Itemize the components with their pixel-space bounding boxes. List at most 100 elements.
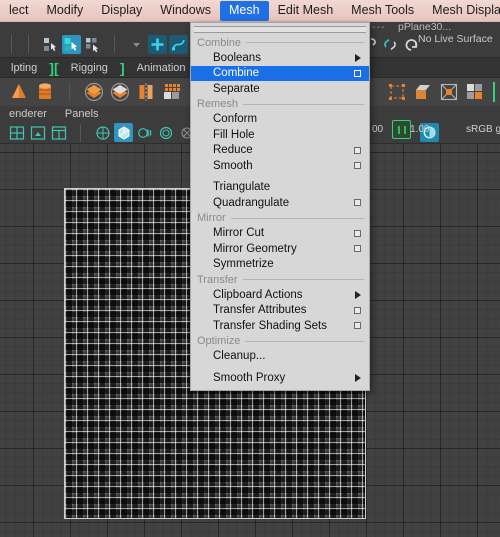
menu-option-box-icon[interactable] xyxy=(354,229,361,237)
gamma-value: 1.00 xyxy=(410,124,430,135)
boolean-union-icon[interactable] xyxy=(82,80,106,104)
menu-item-label: Smooth Proxy xyxy=(213,371,286,384)
menu-option-box-icon[interactable] xyxy=(354,162,361,169)
four-view-layout-icon[interactable] xyxy=(7,123,26,142)
select-hierarchy-icon[interactable] xyxy=(41,35,60,54)
menu-item-label: Symmetrize xyxy=(213,258,274,271)
menu-item-modify[interactable]: Modify xyxy=(37,1,92,21)
bounding-box-icon[interactable] xyxy=(385,80,409,104)
menu-section-label: Optimize xyxy=(197,335,241,347)
mesh-dropdown-menu[interactable]: Combine Booleans Combine Separate Remesh Conf… xyxy=(190,22,370,391)
menu-item-mesh[interactable]: Mesh xyxy=(220,0,269,21)
toolbar-divider xyxy=(28,35,29,53)
menu-item-smooth[interactable]: Smooth xyxy=(191,158,369,174)
menu-item-label: Combine xyxy=(213,67,260,80)
extrude-face-icon[interactable] xyxy=(411,80,435,104)
single-view-layout-icon[interactable] xyxy=(28,123,47,142)
shelf-bracket-left-icon: ][ xyxy=(49,59,59,76)
toolbar-divider xyxy=(80,123,81,142)
mirror-geometry-icon[interactable] xyxy=(134,80,158,104)
wireframe-shading-icon[interactable] xyxy=(93,123,112,142)
menu-bar: lect Modify Display Windows Mesh Edit Me… xyxy=(0,0,500,22)
menu-item-windows[interactable]: Windows xyxy=(151,1,220,21)
shelf-tab-rigging[interactable]: Rigging xyxy=(60,57,119,78)
menu-item-smooth-proxy[interactable]: Smooth Proxy xyxy=(191,370,369,386)
outliner-layout-icon[interactable] xyxy=(49,123,68,142)
menu-item-separate[interactable]: Separate xyxy=(191,81,369,97)
snap-dropdown-icon[interactable] xyxy=(127,35,146,54)
menu-item-transfer-attributes[interactable]: Transfer Attributes xyxy=(191,303,369,319)
menu-section-header: Combine xyxy=(191,35,369,50)
polygon-cone-icon[interactable] xyxy=(7,80,31,104)
panel-menu-panels[interactable]: Panels xyxy=(56,108,108,120)
menu-item-label: Mirror Cut xyxy=(213,227,265,240)
shelf-bracket-right-icon: ] xyxy=(119,59,125,76)
menu-item-mirror-geometry[interactable]: Mirror Geometry xyxy=(191,241,369,257)
snap-to-grid-icon[interactable] xyxy=(148,34,167,54)
shelf-tab-sculpting[interactable]: lpting xyxy=(0,57,48,78)
menu-option-box-icon[interactable] xyxy=(354,306,361,314)
menu-item-label: Separate xyxy=(213,82,260,95)
panel-menu-renderer[interactable]: enderer xyxy=(0,108,56,120)
lighting-toggle-icon[interactable] xyxy=(156,123,175,142)
textured-shading-icon[interactable] xyxy=(135,123,154,142)
menu-option-box-icon[interactable] xyxy=(354,245,361,252)
menu-section-label: Combine xyxy=(197,36,242,49)
menu-option-box-icon[interactable] xyxy=(354,146,361,154)
menu-item-reduce[interactable]: Reduce xyxy=(191,143,369,159)
menu-item-clipboard-actions[interactable]: Clipboard Actions xyxy=(191,287,369,303)
menu-item-label: Smooth xyxy=(213,159,253,172)
combine-mesh-icon[interactable] xyxy=(160,80,184,104)
boolean-difference-icon[interactable] xyxy=(108,80,132,104)
active-object-name: pPlane30... xyxy=(398,21,452,33)
menu-item-symmetrize[interactable]: Symmetrize xyxy=(191,257,369,273)
menu-item-label: Fill Hole xyxy=(213,128,255,141)
menu-item-mesh-tools[interactable]: Mesh Tools xyxy=(342,1,423,21)
construction-history-icon[interactable] xyxy=(381,35,400,54)
live-surface-label: No Live Surface xyxy=(418,33,493,45)
menu-option-box-icon[interactable] xyxy=(354,199,361,206)
polygon-cylinder-icon[interactable] xyxy=(33,80,57,104)
menu-item-conform[interactable]: Conform xyxy=(191,112,369,128)
menu-section-rule xyxy=(246,42,364,43)
menu-item-edit-mesh[interactable]: Edit Mesh xyxy=(269,1,343,21)
select-object-icon[interactable] xyxy=(62,34,81,54)
toolbar-divider xyxy=(114,35,115,53)
menu-item-triangulate[interactable]: Triangulate xyxy=(191,180,369,196)
menu-section-label: Mirror xyxy=(197,212,226,224)
menu-item-fill-hole[interactable]: Fill Hole xyxy=(191,127,369,143)
menu-item-label: Reduce xyxy=(213,144,253,157)
submenu-arrow-icon xyxy=(355,374,361,382)
menu-item-label: Triangulate xyxy=(213,181,271,194)
menu-tearoff-handle[interactable] xyxy=(194,26,366,33)
menu-section-label: Remesh xyxy=(197,98,238,110)
snap-to-curve-icon[interactable] xyxy=(169,34,188,54)
bevel-icon[interactable] xyxy=(437,80,461,104)
menu-item-label: Quadrangulate xyxy=(213,196,290,209)
smooth-shading-icon[interactable] xyxy=(114,123,133,142)
menu-item-mesh-display[interactable]: Mesh Display xyxy=(423,1,500,21)
menu-item-select[interactable]: lect xyxy=(0,1,37,21)
toolbar-divider xyxy=(69,83,70,101)
multi-cut-icon[interactable] xyxy=(463,80,487,104)
menu-item-label: Transfer Shading Sets xyxy=(213,319,327,332)
menu-section-rule xyxy=(242,279,364,280)
menu-option-box-icon[interactable] xyxy=(354,322,361,329)
menu-option-box-icon[interactable] xyxy=(354,69,361,77)
menu-item-booleans[interactable]: Booleans xyxy=(191,50,369,66)
menu-section-header: Mirror xyxy=(191,211,369,226)
exposure-reset-icon[interactable] xyxy=(392,120,411,139)
menu-item-label: Cleanup... xyxy=(213,350,266,363)
select-component-icon[interactable] xyxy=(83,35,102,54)
shelf-end-marker xyxy=(493,82,495,102)
menu-item-quadrangulate[interactable]: Quadrangulate xyxy=(191,195,369,211)
menu-item-transfer-shading-sets[interactable]: Transfer Shading Sets xyxy=(191,318,369,334)
shelf-tab-animation[interactable]: Animation xyxy=(126,57,197,78)
menu-item-cleanup[interactable]: Cleanup... xyxy=(191,349,369,365)
submenu-arrow-icon xyxy=(355,291,361,299)
menu-item-mirror-cut[interactable]: Mirror Cut xyxy=(191,226,369,242)
maya-application-window: lect Modify Display Windows Mesh Edit Me… xyxy=(0,0,500,537)
menu-item-combine[interactable]: Combine xyxy=(191,65,369,81)
menu-section-rule xyxy=(242,103,364,105)
menu-item-display[interactable]: Display xyxy=(92,1,151,21)
